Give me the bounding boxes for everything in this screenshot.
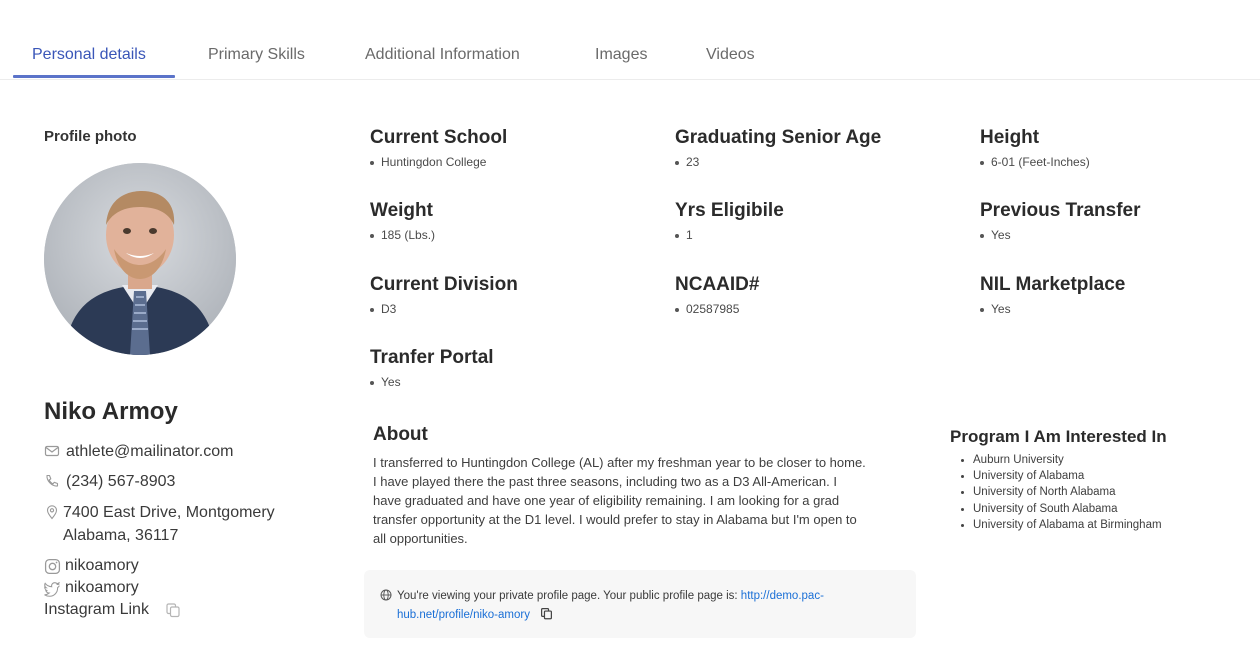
avatar-portrait xyxy=(44,163,236,355)
field-graduating-senior-age: Graduating Senior Age 23 xyxy=(675,127,881,169)
twitter-icon xyxy=(44,581,60,597)
field-label: Current Division xyxy=(370,274,518,295)
list-item: University of Alabama xyxy=(961,468,1162,484)
field-value: 6-01 (Feet-Inches) xyxy=(980,155,1090,169)
copy-icon[interactable] xyxy=(165,602,181,618)
field-value: 1 xyxy=(675,228,784,242)
location-pin-icon xyxy=(46,505,58,520)
public-profile-notice: You're viewing your private profile page… xyxy=(364,570,916,638)
field-weight: Weight 185 (Lbs.) xyxy=(370,200,435,242)
field-value: 185 (Lbs.) xyxy=(370,228,435,242)
phone-icon xyxy=(46,474,59,487)
athlete-name: Niko Armoy xyxy=(44,398,178,425)
instagram-row: nikoamory xyxy=(44,557,139,575)
copy-link-icon[interactable] xyxy=(540,607,553,620)
mail-icon xyxy=(44,445,60,457)
active-tab-indicator xyxy=(13,75,175,78)
field-current-division: Current Division D3 xyxy=(370,274,518,316)
instagram-link-label[interactable]: Instagram Link xyxy=(44,601,149,619)
field-value: Huntingdon College xyxy=(370,155,507,169)
address-row: 7400 East Drive, Montgomery Alabama, 361… xyxy=(44,501,275,547)
field-value: Yes xyxy=(370,375,494,389)
instagram-link-row: Instagram Link xyxy=(44,601,181,619)
field-nil-marketplace: NIL Marketplace Yes xyxy=(980,274,1125,316)
tab-primary-skills[interactable]: Primary Skills xyxy=(208,46,305,64)
field-label: Tranfer Portal xyxy=(370,347,494,368)
globe-icon xyxy=(380,589,392,601)
profile-tabs: Personal details Primary Skills Addition… xyxy=(0,0,1260,80)
field-label: Weight xyxy=(370,200,433,221)
about-title: About xyxy=(373,424,428,445)
address-text: 7400 East Drive, Montgomery Alabama, 361… xyxy=(63,501,275,547)
phone-text[interactable]: (234) 567-8903 xyxy=(66,470,175,493)
avatar xyxy=(44,163,236,355)
field-current-school: Current School Huntingdon College xyxy=(370,127,507,169)
tab-personal-details[interactable]: Personal details xyxy=(32,46,146,64)
field-value: 23 xyxy=(675,155,881,169)
list-item: Auburn University xyxy=(961,452,1162,468)
notice-message: You're viewing your private profile page… xyxy=(397,587,897,625)
email-row: athlete@mailinator.com xyxy=(44,440,233,463)
field-ncaa-id: NCAAID# 02587985 xyxy=(675,274,759,316)
field-label: Current School xyxy=(370,127,508,148)
field-yrs-eligible: Yrs Eligibile 1 xyxy=(675,200,784,242)
field-value: Yes xyxy=(980,228,1141,242)
instagram-icon xyxy=(44,558,61,574)
field-value: Yes xyxy=(980,302,1125,316)
email-text[interactable]: athlete@mailinator.com xyxy=(66,440,233,463)
field-label: Yrs Eligibile xyxy=(675,200,784,221)
field-label: NCAAID# xyxy=(675,274,760,295)
notice-text: You're viewing your private profile page… xyxy=(397,590,741,602)
tab-videos[interactable]: Videos xyxy=(706,46,755,64)
profile-photo-label: Profile photo xyxy=(44,128,137,145)
phone-row: (234) 567-8903 xyxy=(44,470,175,493)
field-value: D3 xyxy=(370,302,518,316)
field-label: Graduating Senior Age xyxy=(675,127,882,148)
twitter-row: nikoamory xyxy=(44,579,139,597)
field-transfer-portal: Tranfer Portal Yes xyxy=(370,347,494,389)
field-label: NIL Marketplace xyxy=(980,274,1126,295)
programs-list: Auburn University University of Alabama … xyxy=(961,452,1162,533)
address-line1: 7400 East Drive, Montgomery xyxy=(63,504,275,521)
field-height: Height 6-01 (Feet-Inches) xyxy=(980,127,1090,169)
field-label: Height xyxy=(980,127,1040,148)
list-item: University of South Alabama xyxy=(961,501,1162,517)
address-line2: Alabama, 36117 xyxy=(63,527,179,544)
list-item: University of Alabama at Birmingham xyxy=(961,517,1162,533)
tab-images[interactable]: Images xyxy=(595,46,647,64)
twitter-handle[interactable]: nikoamory xyxy=(65,579,139,597)
list-item: University of North Alabama xyxy=(961,484,1162,500)
field-value: 02587985 xyxy=(675,302,759,316)
field-previous-transfer: Previous Transfer Yes xyxy=(980,200,1141,242)
field-label: Previous Transfer xyxy=(980,200,1141,221)
tab-additional-information[interactable]: Additional Information xyxy=(365,46,520,64)
about-text: I transferred to Huntingdon College (AL)… xyxy=(373,455,866,546)
instagram-handle[interactable]: nikoamory xyxy=(65,557,139,575)
programs-title: Program I Am Interested In xyxy=(950,427,1167,446)
